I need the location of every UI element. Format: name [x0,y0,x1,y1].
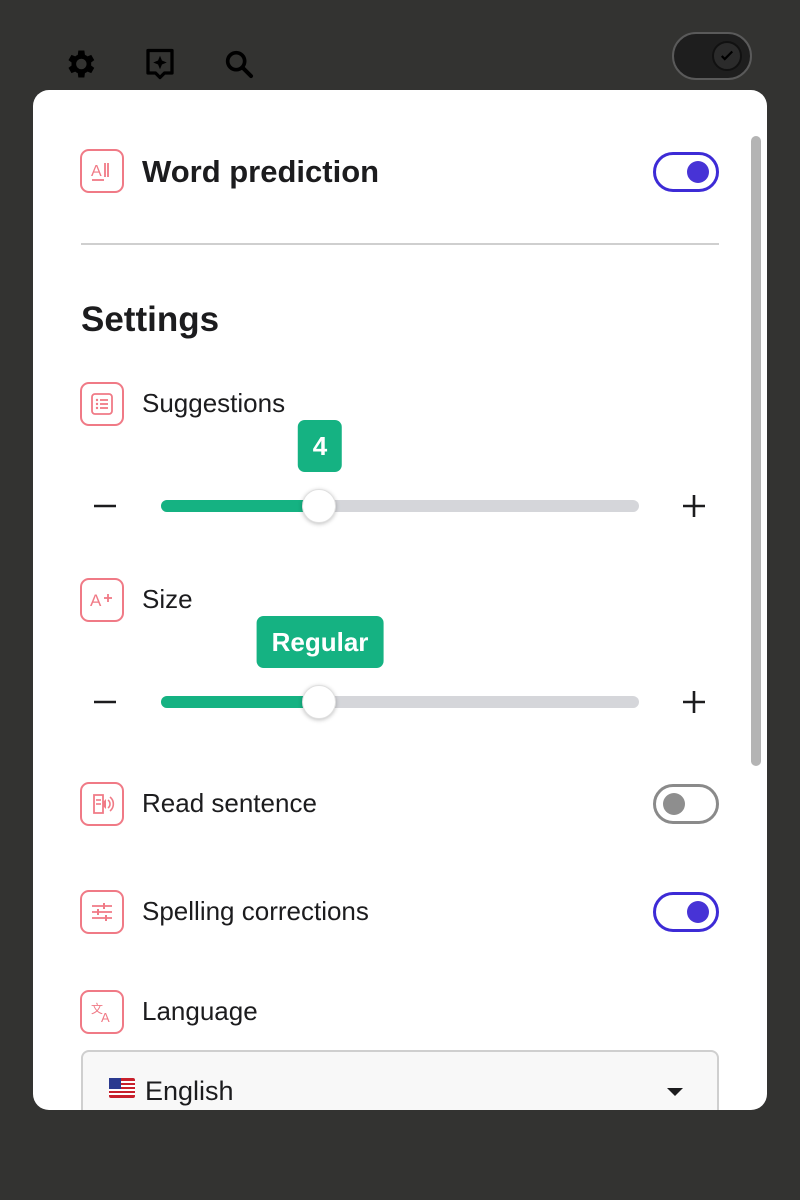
chevron-down-icon [667,1088,683,1096]
word-prediction-toggle[interactable] [653,152,719,192]
speaker-icon [80,782,124,826]
gear-icon[interactable] [60,44,100,84]
spelling-corrections-label: Spelling corrections [142,896,369,926]
suggestions-increase-button[interactable] [674,486,714,526]
settings-panel: A Word prediction Settings Suggestions 4… [33,90,767,1110]
suggestions-decrease-button[interactable] [85,486,125,526]
size-decrease-button[interactable] [85,682,125,722]
suggestions-slider[interactable] [161,486,639,526]
page-title: Word prediction [142,154,380,189]
divider [81,243,719,245]
theme-toggle[interactable] [672,32,752,80]
language-select-value: English [145,1076,234,1106]
sliders-icon [80,890,124,934]
sparkle-icon[interactable] [140,44,180,84]
size-slider[interactable] [161,682,639,722]
size-value-badge: Regular [256,616,384,668]
svg-text:A: A [101,1010,110,1025]
translate-icon: 文A [80,990,124,1034]
scrollbar-thumb[interactable] [751,136,761,766]
read-sentence-toggle[interactable] [653,784,719,824]
suggestions-label: Suggestions [142,388,286,418]
size-increase-button[interactable] [674,682,714,722]
moon-check-icon [712,41,742,71]
us-flag-icon [109,1078,135,1098]
svg-text:A: A [91,163,102,180]
text-ai-icon: A [80,149,124,193]
scrollbar[interactable] [749,136,763,766]
list-icon [80,382,124,426]
language-select[interactable]: English [81,1050,719,1110]
read-sentence-label: Read sentence [142,788,317,818]
text-size-icon: A [80,578,124,622]
size-label: Size [142,584,193,614]
suggestions-value-badge: 4 [297,420,343,472]
section-title: Settings [81,300,220,339]
svg-text:A: A [90,591,102,610]
spelling-corrections-toggle[interactable] [653,892,719,932]
search-icon[interactable] [219,44,259,84]
language-label: Language [142,996,258,1026]
